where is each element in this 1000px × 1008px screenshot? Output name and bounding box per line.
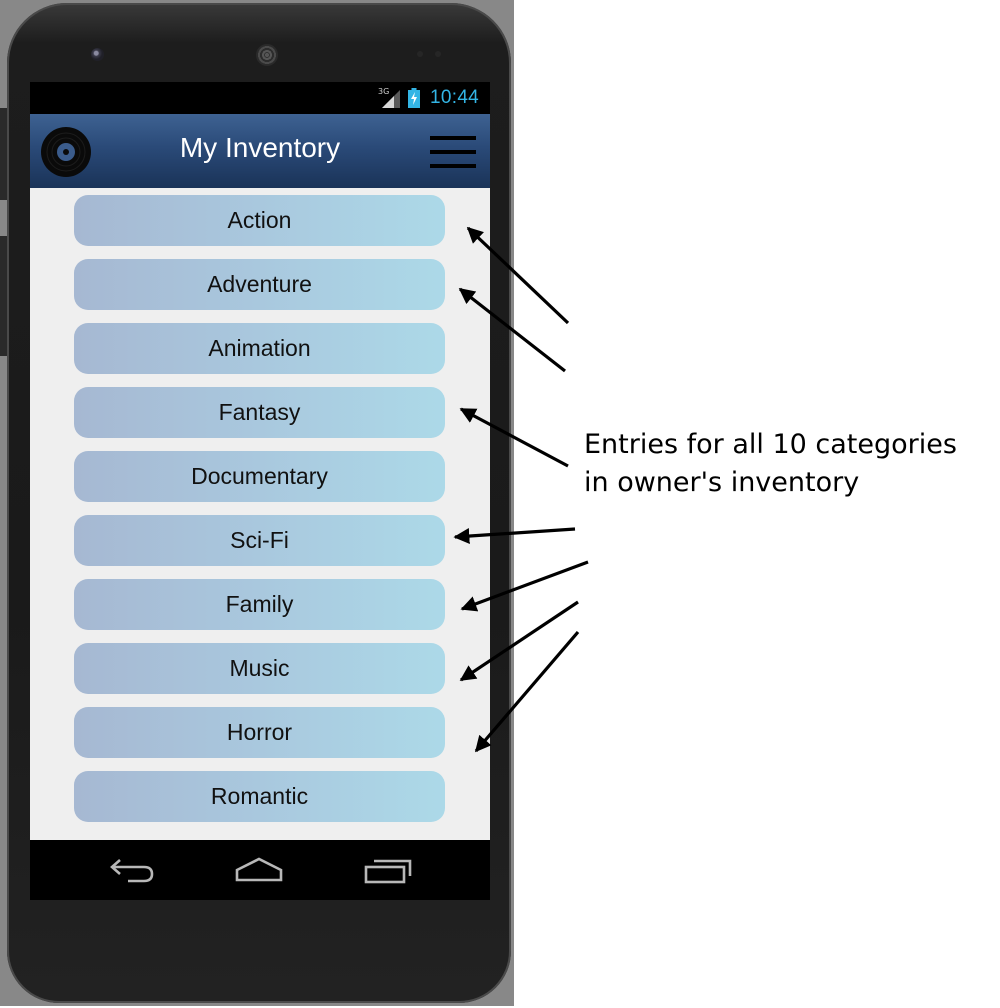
back-icon[interactable] (106, 854, 160, 886)
earpiece-speaker (256, 44, 278, 66)
vinyl-disc-icon[interactable] (40, 126, 92, 178)
recent-apps-icon[interactable] (360, 854, 414, 886)
system-navigation-bar (30, 840, 490, 900)
category-button-animation[interactable]: Animation (74, 323, 445, 374)
category-button-action[interactable]: Action (74, 195, 445, 246)
app-action-bar: My Inventory (30, 114, 490, 188)
annotation-line-1: Entries for all 10 categories (584, 429, 957, 460)
status-clock: 10:44 (430, 87, 480, 108)
status-bar: 3G 10:44 (30, 82, 490, 114)
front-camera (91, 48, 104, 61)
category-button-romantic[interactable]: Romantic (74, 771, 445, 822)
menu-icon-line (430, 164, 476, 168)
annotation-caption: Entries for all 10 categories in owner's… (584, 426, 996, 502)
category-button-family[interactable]: Family (74, 579, 445, 630)
light-sensor (435, 51, 441, 57)
signal-strength-icon (382, 90, 400, 108)
category-button-adventure[interactable]: Adventure (74, 259, 445, 310)
home-icon[interactable] (232, 854, 286, 886)
category-button-documentary[interactable]: Documentary (74, 451, 445, 502)
menu-icon-line (430, 150, 476, 154)
phone-frame: 3G 10:44 My Inventory Action Adventure A… (0, 0, 514, 1006)
category-button-sci-fi[interactable]: Sci-Fi (74, 515, 445, 566)
category-button-fantasy[interactable]: Fantasy (74, 387, 445, 438)
page-title: My Inventory (179, 132, 341, 163)
annotation-line-2: in owner's inventory (584, 467, 860, 498)
hamburger-menu-icon[interactable] (430, 136, 476, 170)
category-list: Action Adventure Animation Fantasy Docum… (30, 188, 490, 840)
menu-icon-line (430, 136, 476, 140)
phone-screen: 3G 10:44 My Inventory Action Adventure A… (30, 82, 490, 900)
category-button-horror[interactable]: Horror (74, 707, 445, 758)
figure: 3G 10:44 My Inventory Action Adventure A… (0, 0, 1000, 1008)
proximity-sensor (417, 51, 423, 57)
category-button-music[interactable]: Music (74, 643, 445, 694)
battery-charging-icon (408, 88, 420, 108)
